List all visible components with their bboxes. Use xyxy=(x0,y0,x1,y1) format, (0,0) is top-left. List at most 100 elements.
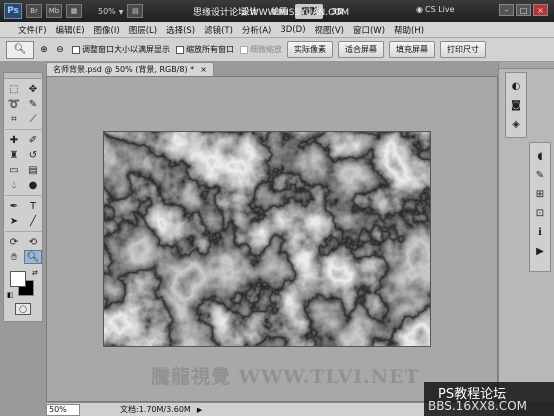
application-bar: Ps Br Mb ▦ 50% ▼ ▤ 设计 绘画 摄影 3D 思缘设计论坛 WWW… xyxy=(0,0,554,22)
document-window: 騰龍視覺 WWW.TLVI.NET xyxy=(46,76,498,402)
forum-watermark: PS教程论坛 BBS.16XX8.COM xyxy=(424,382,554,416)
zoom-in-icon[interactable]: ⊕ xyxy=(38,44,50,56)
scrubby-zoom-checkbox[interactable]: 细微缩放 xyxy=(240,44,282,55)
clone-source-icon[interactable]: ⊞ xyxy=(532,186,548,202)
forum-url: BBS.16XX8.COM xyxy=(428,399,528,413)
menu-select[interactable]: 选择(S) xyxy=(166,24,195,36)
cs-live-button[interactable]: ◉ CS Live xyxy=(416,5,455,14)
gradient-tool-icon[interactable]: ▤ xyxy=(24,163,42,177)
menu-layer[interactable]: 图层(L) xyxy=(129,24,157,36)
close-tab-icon[interactable]: × xyxy=(200,65,207,74)
path-selection-tool-icon[interactable]: ➤ xyxy=(5,214,23,228)
document-tab[interactable]: 名师背景.psd @ 50% (背景, RGB/8) * × xyxy=(46,62,214,76)
tool-separator xyxy=(5,231,42,232)
document-title: 名师背景.psd @ 50% (背景, RGB/8) * xyxy=(53,65,195,74)
print-size-button[interactable]: 打印尺寸 xyxy=(440,41,486,58)
close-icon[interactable]: × xyxy=(533,4,548,16)
lasso-tool-icon[interactable]: ➰ xyxy=(5,97,23,111)
pen-tool-icon[interactable]: ✒ xyxy=(5,199,23,213)
masks-icon[interactable]: ◙ xyxy=(508,97,524,113)
menu-file[interactable]: 文件(F) xyxy=(18,24,47,36)
type-tool-icon[interactable]: T xyxy=(24,199,42,213)
panel-dock: ◐ ◙ ◈ ◖ ✎ ⊞ ⊡ ℹ ▶ xyxy=(498,62,554,402)
checkbox-box xyxy=(72,45,80,54)
menu-help[interactable]: 帮助(H) xyxy=(394,24,424,36)
brand-watermark: 騰龍視覺 WWW.TLVI.NET xyxy=(151,366,420,388)
navigator-icon[interactable]: ⊡ xyxy=(532,205,548,221)
menu-bar: 文件(F) 编辑(E) 图像(I) 图层(L) 选择(S) 滤镜(T) 分析(A… xyxy=(0,22,554,38)
fill-screen-button[interactable]: 填充屏幕 xyxy=(389,41,435,58)
resize-windows-checkbox[interactable]: 调整窗口大小以满屏显示 xyxy=(72,44,170,55)
menu-view[interactable]: 视图(V) xyxy=(315,24,344,36)
checkbox-box xyxy=(240,45,248,54)
tool-separator xyxy=(5,195,42,196)
brushes-icon[interactable]: ✎ xyxy=(532,167,548,183)
crop-tool-icon[interactable]: ⌗ xyxy=(5,112,23,126)
zoom-level-select[interactable]: 50% ▼ xyxy=(98,7,123,16)
maximize-icon[interactable]: □ xyxy=(516,4,531,16)
chevron-down-icon: ▼ xyxy=(118,8,124,16)
actual-pixels-button[interactable]: 实际像素 xyxy=(287,41,333,58)
minimize-icon[interactable]: – xyxy=(499,4,514,16)
hand-tool-icon[interactable]: ✋︎ xyxy=(5,250,23,264)
menu-window[interactable]: 窗口(W) xyxy=(353,24,385,36)
document-size: 文档:1.70M/3.60M xyxy=(120,405,191,414)
cs-live-label: CS Live xyxy=(424,5,455,14)
menu-analysis[interactable]: 分析(A) xyxy=(242,24,271,36)
move-tool-icon[interactable]: ✥ xyxy=(24,82,42,96)
arrange-documents-icon[interactable]: ▤ xyxy=(127,4,144,18)
checkbox-label: 细微缩放 xyxy=(250,45,282,54)
swap-colors-icon[interactable]: ⇄ xyxy=(32,269,38,277)
image-canvas[interactable] xyxy=(103,131,431,347)
extras-icon[interactable]: ▦ xyxy=(66,4,82,18)
eyedropper-tool-icon[interactable]: ⟋ xyxy=(24,112,42,126)
bridge-button[interactable]: Br xyxy=(26,4,42,18)
clone-stamp-tool-icon[interactable]: ♜ xyxy=(5,148,23,162)
3d-rotate-tool-icon[interactable]: ⟳ xyxy=(5,235,23,249)
photoshop-logo: Ps xyxy=(4,3,22,19)
marquee-tool-icon[interactable]: ⬚ xyxy=(5,82,23,96)
menu-edit[interactable]: 编辑(E) xyxy=(56,24,85,36)
layers-icon[interactable]: ◈ xyxy=(508,116,524,132)
history-brush-tool-icon[interactable]: ↺ xyxy=(24,148,42,162)
blur-tool-icon[interactable]: 💧︎ xyxy=(5,178,23,192)
foreground-color-swatch[interactable] xyxy=(10,271,26,287)
tool-preset-picker[interactable]: 🔍︎ xyxy=(6,40,34,59)
quick-mask-icon[interactable]: ◯ xyxy=(15,303,31,315)
adjustments-icon[interactable]: ◐ xyxy=(508,78,524,94)
zoom-field[interactable]: 50% xyxy=(46,403,80,416)
options-bar: 🔍︎ ⊕ ⊖ 调整窗口大小以满屏显示 缩放所有窗口 细微缩放 实际像素 适合屏幕… xyxy=(0,38,554,62)
line-tool-icon[interactable]: ╱ xyxy=(24,214,42,228)
site-watermark-text: 思缘设计论坛 WWW.MISSYUAN.COM xyxy=(193,8,350,18)
status-menu-arrow-icon[interactable]: ▶ xyxy=(197,406,202,414)
dock-group-2: ◖ ✎ ⊞ ⊡ ℹ ▶ xyxy=(529,142,551,272)
cs-live-icon: ◉ xyxy=(416,5,423,14)
checkbox-label: 调整窗口大小以满屏显示 xyxy=(82,45,170,54)
tools-panel: ⬚ ✥ ➰ ✎ ⌗ ⟋ ✚ ✐ ♜ ↺ ▭ ▤ 💧︎ ● ✒ T ➤ ╱ ⟳ ⟲… xyxy=(3,72,43,322)
info-icon[interactable]: ℹ xyxy=(532,224,548,240)
dodge-tool-icon[interactable]: ● xyxy=(24,178,42,192)
minibridge-button[interactable]: Mb xyxy=(46,4,62,18)
default-colors-icon[interactable]: ◧ xyxy=(7,291,14,299)
3d-orbit-tool-icon[interactable]: ⟲ xyxy=(24,235,42,249)
checkbox-box xyxy=(176,45,184,54)
brush-tool-icon[interactable]: ✐ xyxy=(24,133,42,147)
zoom-tool-icon: 🔍︎ xyxy=(13,44,27,55)
quick-select-tool-icon[interactable]: ✎ xyxy=(24,97,42,111)
window-controls: – □ × xyxy=(499,4,548,16)
fit-screen-button[interactable]: 适合屏幕 xyxy=(338,41,384,58)
zoom-tool-icon[interactable]: 🔍︎ xyxy=(24,250,42,264)
zoom-out-icon[interactable]: ⊖ xyxy=(54,44,66,56)
clouds-texture-image xyxy=(104,132,430,346)
eraser-tool-icon[interactable]: ▭ xyxy=(5,163,23,177)
menu-image[interactable]: 图像(I) xyxy=(94,24,120,36)
dock-grip[interactable] xyxy=(499,62,554,69)
healing-brush-tool-icon[interactable]: ✚ xyxy=(5,133,23,147)
checkbox-label: 缩放所有窗口 xyxy=(186,45,234,54)
brush-presets-icon[interactable]: ◖ xyxy=(532,148,548,164)
zoom-all-windows-checkbox[interactable]: 缩放所有窗口 xyxy=(176,44,234,55)
dock-group-1: ◐ ◙ ◈ xyxy=(505,72,527,138)
actions-icon[interactable]: ▶ xyxy=(532,243,548,259)
menu-filter[interactable]: 滤镜(T) xyxy=(204,24,233,36)
menu-3d[interactable]: 3D(D) xyxy=(280,25,305,35)
